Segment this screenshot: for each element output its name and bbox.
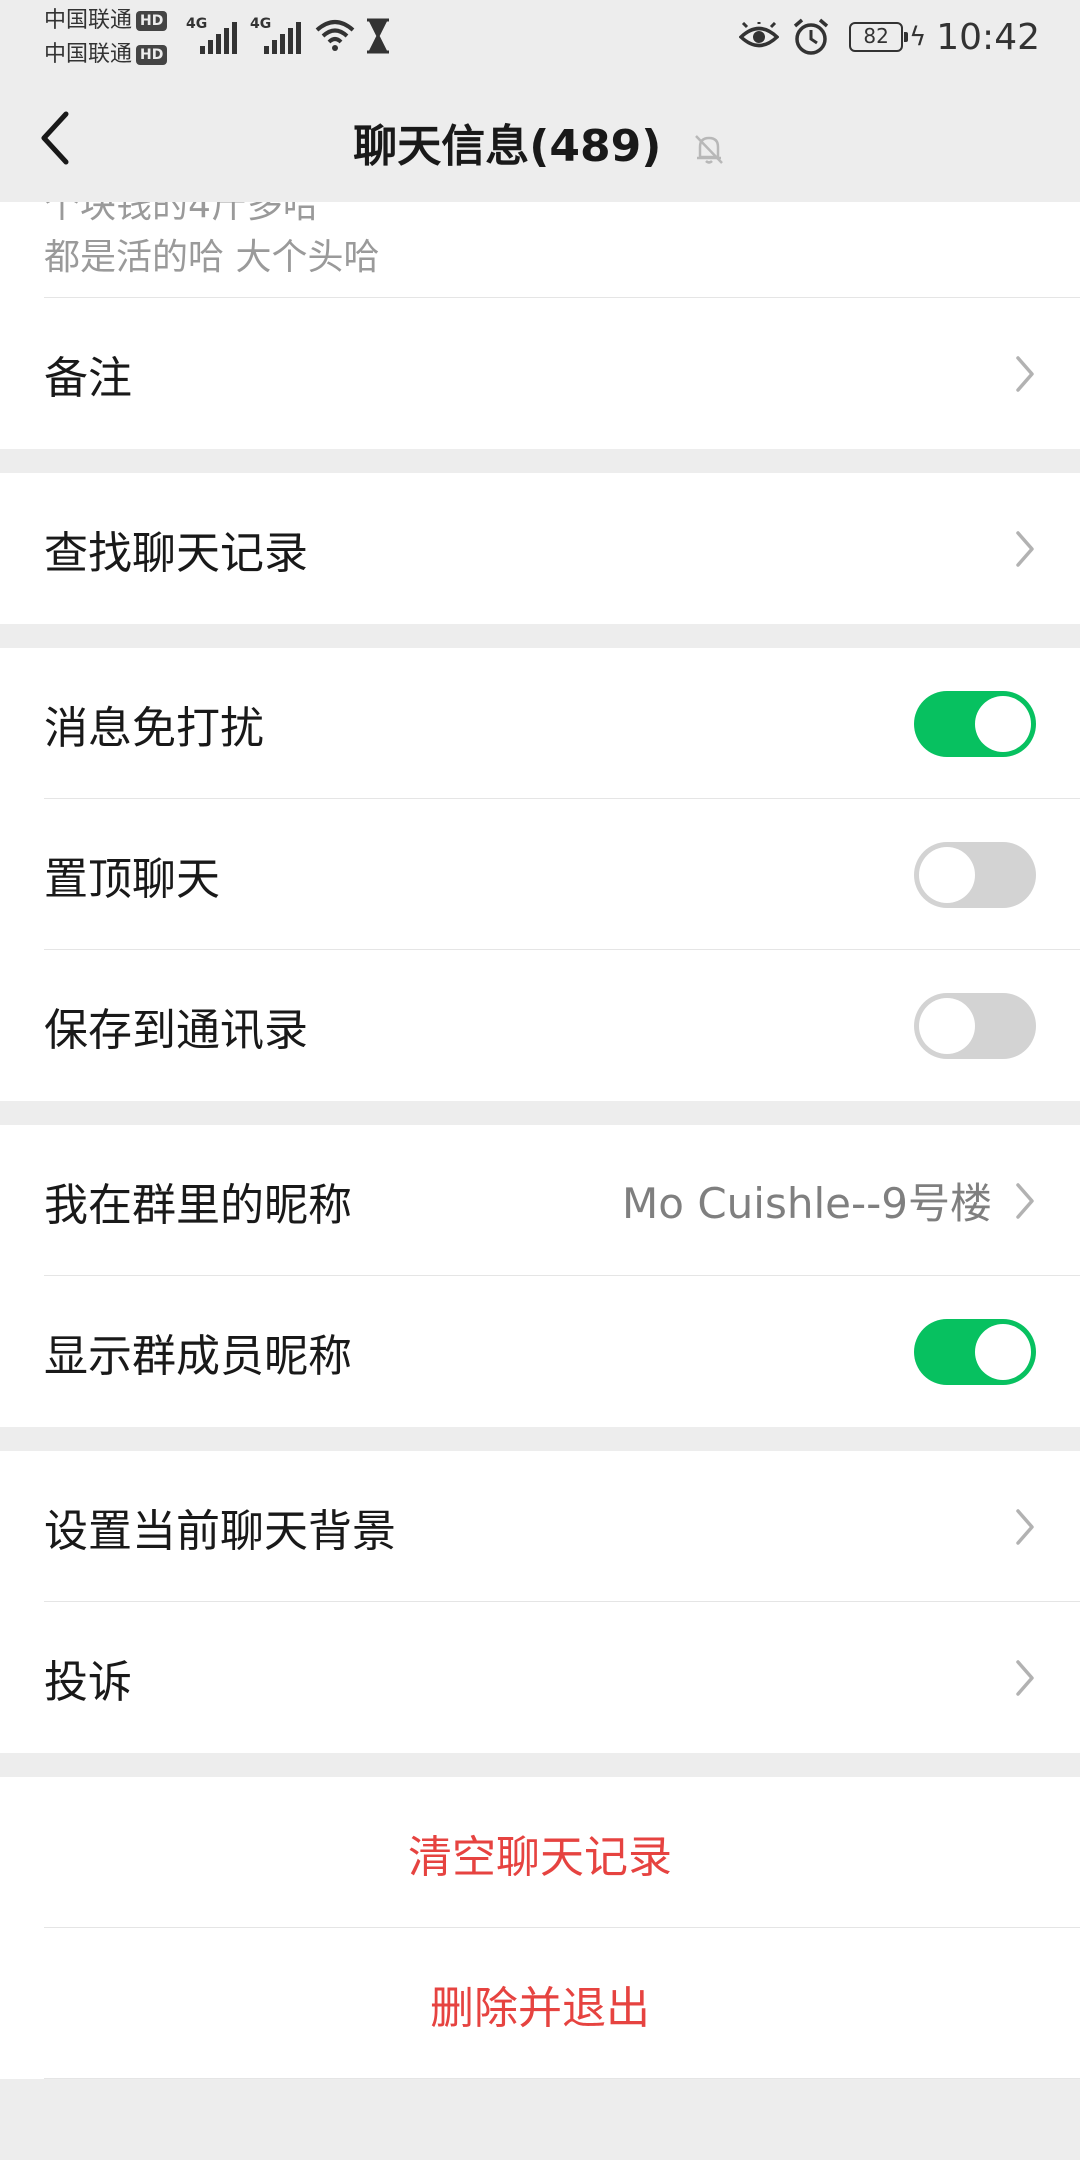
carrier-2: 中国联通 HD (44, 42, 168, 68)
toggle-knob (975, 1323, 1031, 1380)
clock: 10:42 (936, 16, 1040, 58)
clear-history-label: 清空聊天记录 (408, 1831, 672, 1883)
section-gap (0, 1753, 1080, 1777)
save-to-contacts-toggle[interactable] (914, 992, 1036, 1059)
settings-list: 个块钱的4斤多哈 都是活的哈 大个头哈 备注 查找聊天记录 消息免打扰 置顶聊天… (0, 202, 1080, 2079)
carrier-2-label: 中国联通 (44, 42, 133, 67)
notice-line-2: 都是活的哈 大个头哈 (44, 237, 380, 278)
remark-row[interactable]: 备注 (0, 298, 1080, 449)
sticky-on-top-toggle[interactable] (914, 841, 1036, 908)
carrier-1-label: 中国联通 (44, 8, 133, 33)
group-danger: 清空聊天记录 删除并退出 (0, 1777, 1080, 2079)
wifi-icon (315, 20, 355, 51)
chat-info-screen: 中国联通 HD 中国联通 HD 4G 4G 82 ϟ 10:42 聊天信息(48… (0, 0, 1080, 2160)
set-background-row[interactable]: 设置当前聊天背景 (0, 1451, 1080, 1602)
section-gap (0, 1427, 1080, 1451)
chevron-right-icon (1016, 1182, 1034, 1219)
set-background-label: 设置当前聊天背景 (44, 1505, 396, 1557)
battery-level: 82 (863, 24, 889, 48)
battery-icon: 82 (849, 22, 909, 52)
my-alias-label: 我在群里的昵称 (44, 1179, 352, 1231)
group-search: 查找聊天记录 (0, 473, 1080, 624)
page-title: 聊天信息(489) (353, 121, 662, 172)
section-gap (0, 624, 1080, 648)
do-not-disturb-row: 消息免打扰 (0, 648, 1080, 799)
alarm-icon (793, 18, 829, 55)
hourglass-icon (367, 18, 389, 54)
chevron-right-icon (1016, 1508, 1034, 1545)
group-alias: 我在群里的昵称 Mo Cuishle--9号楼 显示群成员昵称 (0, 1125, 1080, 1427)
group-toggles: 消息免打扰 置顶聊天 保存到通讯录 (0, 648, 1080, 1101)
chevron-right-icon (1016, 1659, 1034, 1696)
eye-icon (739, 22, 780, 48)
clear-history-button[interactable]: 清空聊天记录 (0, 1777, 1080, 1928)
delete-and-leave-label: 删除并退出 (430, 1982, 650, 2034)
toggle-knob (975, 695, 1031, 752)
save-to-contacts-row: 保存到通讯录 (0, 950, 1080, 1101)
delete-and-leave-button[interactable]: 删除并退出 (0, 1928, 1080, 2079)
section-gap (0, 1101, 1080, 1125)
my-alias-value: Mo Cuishle--9号楼 (622, 1179, 992, 1228)
my-alias-row[interactable]: 我在群里的昵称 Mo Cuishle--9号楼 (0, 1125, 1080, 1276)
search-history-label: 查找聊天记录 (44, 527, 308, 579)
group-notice-preview[interactable]: 个块钱的4斤多哈 都是活的哈 大个头哈 (0, 202, 1080, 298)
report-row[interactable]: 投诉 (0, 1602, 1080, 1753)
status-bar: 中国联通 HD 中国联通 HD 4G 4G 82 ϟ 10:42 (0, 0, 1080, 74)
chevron-right-icon (1016, 530, 1034, 567)
group-background-report: 设置当前聊天背景 投诉 (0, 1451, 1080, 1753)
do-not-disturb-toggle[interactable] (914, 690, 1036, 757)
toggle-knob (919, 997, 975, 1054)
page-title-wrap: 聊天信息(489) (0, 110, 1080, 174)
do-not-disturb-label: 消息免打扰 (44, 702, 264, 754)
sticky-on-top-label: 置顶聊天 (44, 853, 220, 905)
status-right: 82 ϟ 10:42 (739, 14, 1040, 60)
carrier-1: 中国联通 HD (44, 8, 168, 34)
show-member-names-toggle[interactable] (914, 1318, 1036, 1385)
chevron-right-icon (1016, 355, 1034, 392)
section-gap (0, 449, 1080, 473)
group-notice-remark: 个块钱的4斤多哈 都是活的哈 大个头哈 备注 (0, 202, 1080, 449)
hd-badge-1: HD (136, 11, 168, 31)
save-to-contacts-label: 保存到通讯录 (44, 1004, 308, 1056)
remark-label: 备注 (44, 352, 132, 404)
hd-badge-2: HD (136, 45, 168, 65)
toggle-knob (919, 846, 975, 903)
bell-off-icon (694, 135, 723, 164)
show-member-names-label: 显示群成员昵称 (44, 1330, 352, 1382)
charging-icon: ϟ (909, 22, 927, 52)
report-label: 投诉 (44, 1656, 132, 1708)
notice-line-1: 个块钱的4斤多哈 (44, 202, 319, 226)
show-member-names-row: 显示群成员昵称 (0, 1276, 1080, 1427)
sticky-on-top-row: 置顶聊天 (0, 799, 1080, 950)
search-history-row[interactable]: 查找聊天记录 (0, 473, 1080, 624)
title-bar: 聊天信息(489) (0, 74, 1080, 202)
